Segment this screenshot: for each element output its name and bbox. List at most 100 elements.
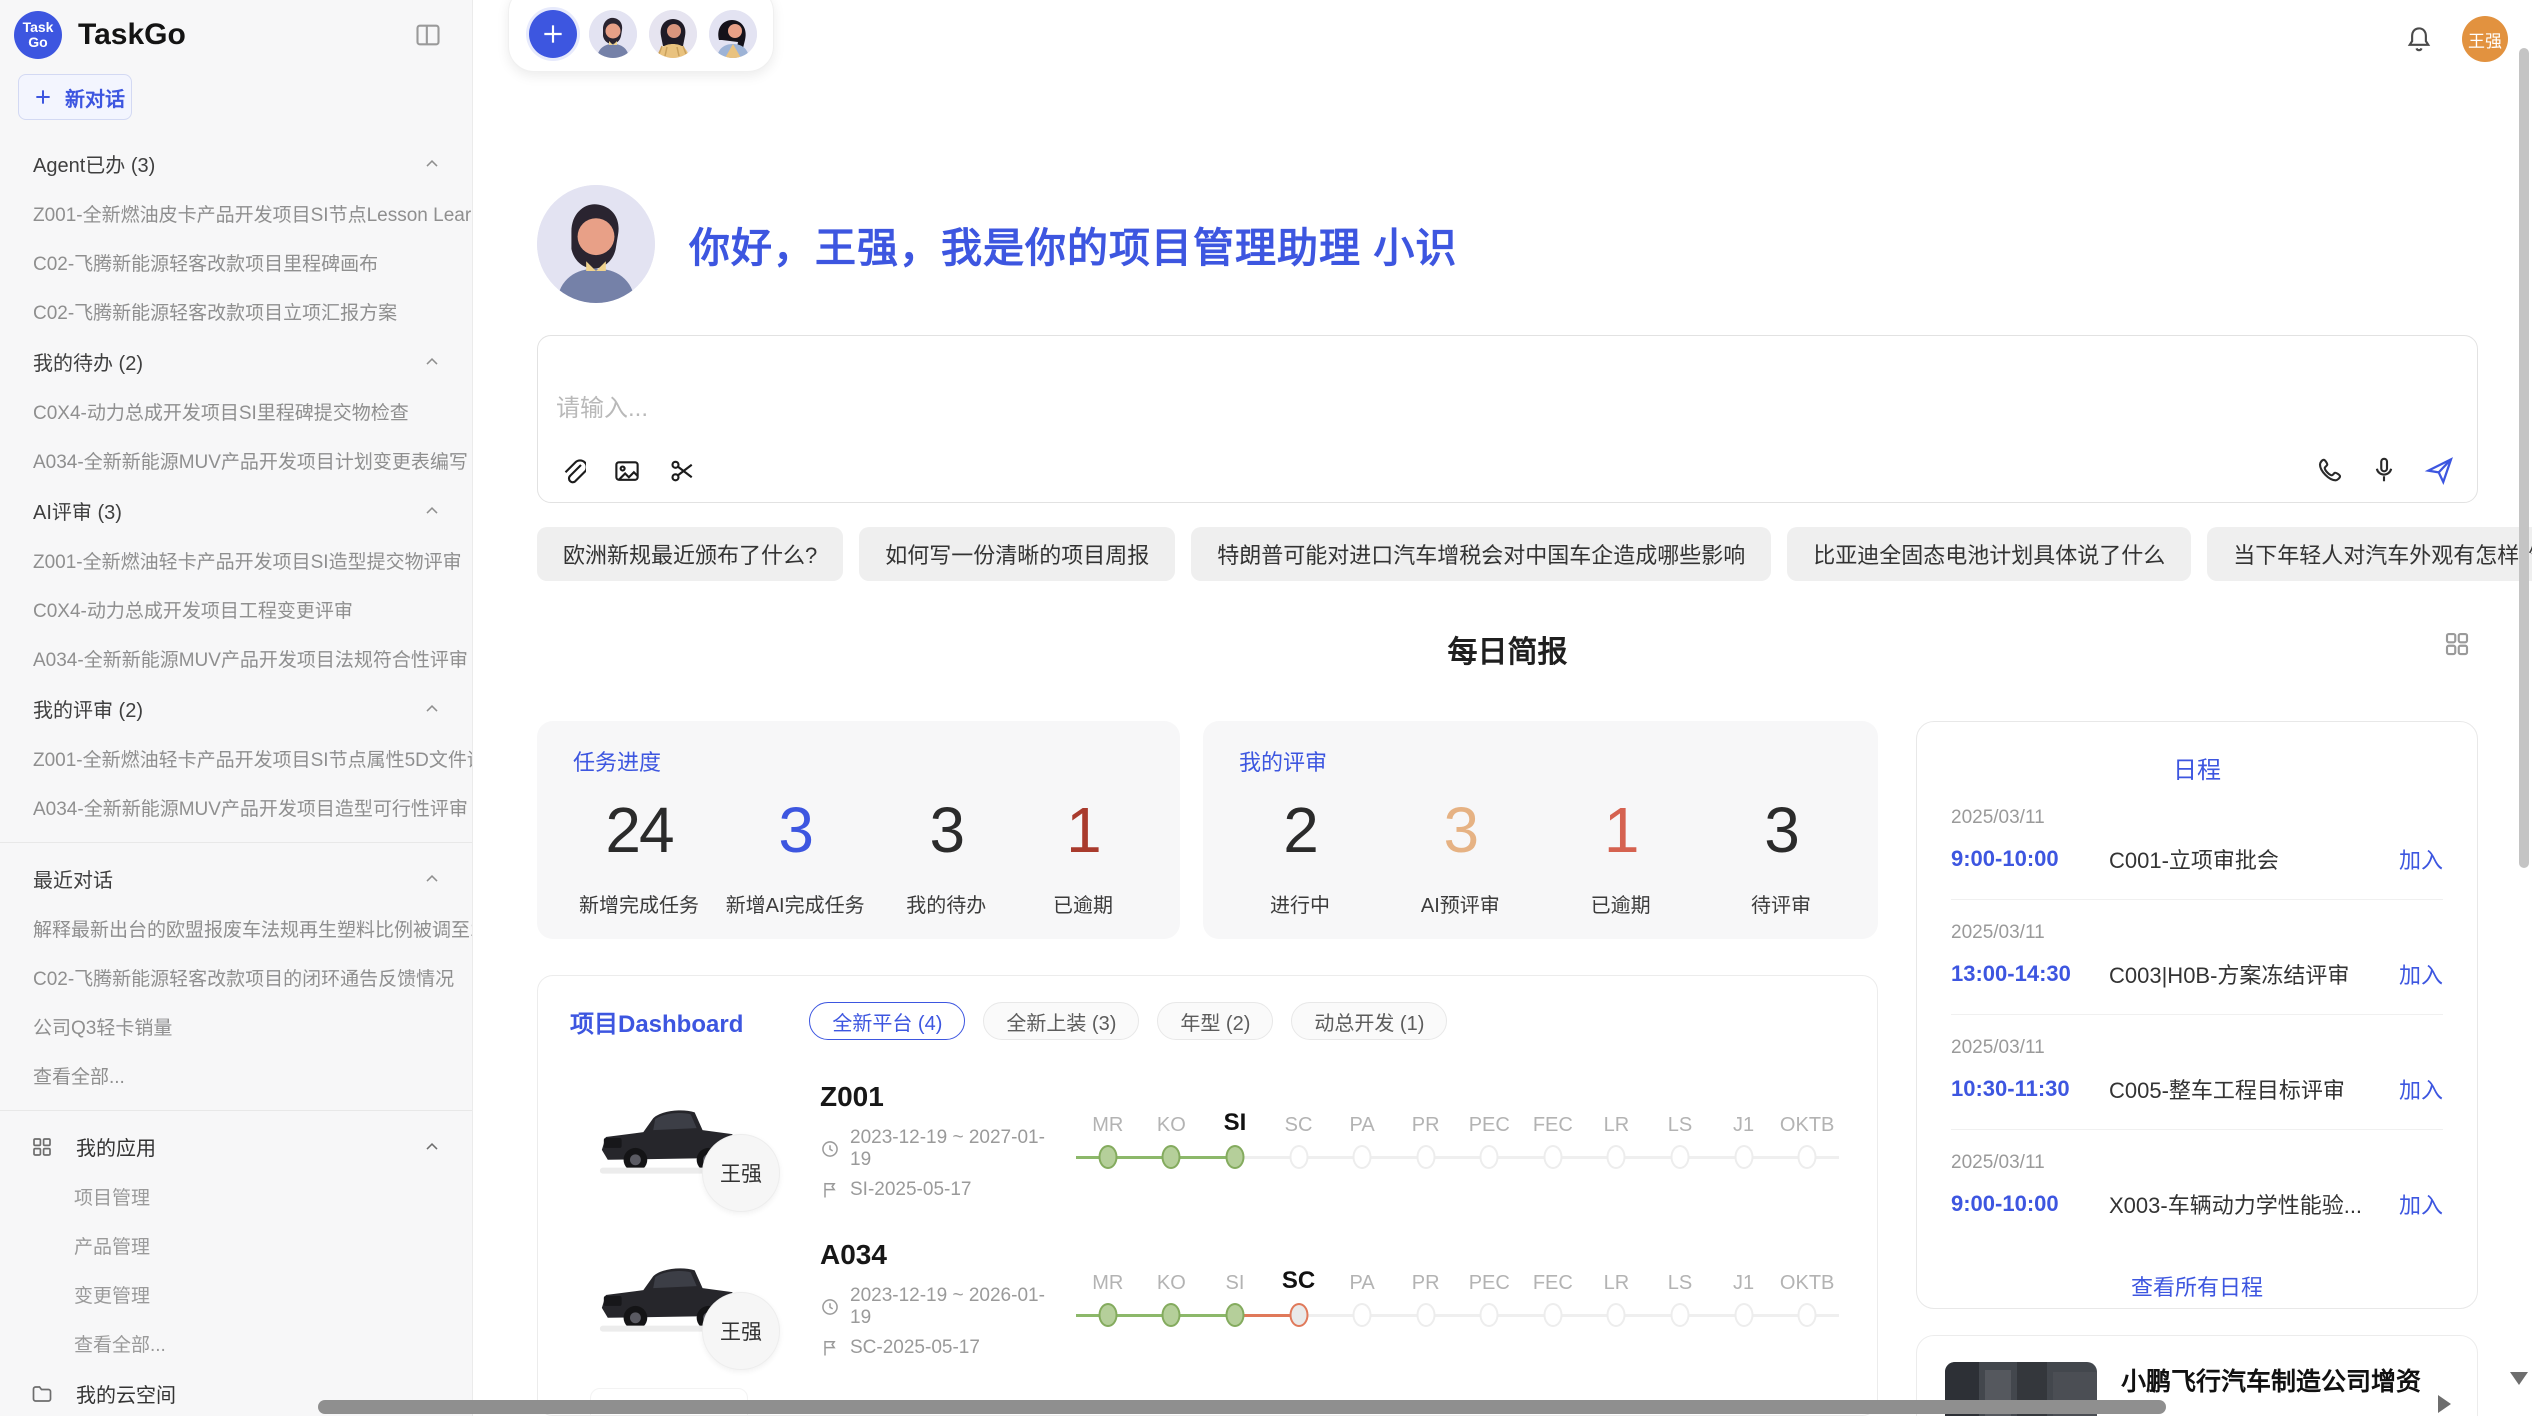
milestone-label: PA — [1350, 1105, 1375, 1137]
microphone-icon[interactable] — [2369, 455, 2399, 485]
sidebar-section-header[interactable]: 最近对话 — [0, 853, 472, 904]
suggestion-chip[interactable]: 欧洲新规最近颁布了什么? — [537, 527, 843, 581]
milestone-label: PR — [1412, 1105, 1440, 1137]
sidebar-item[interactable]: 解释最新出台的欧盟报废车法规再生塑料比例被调至15%... — [0, 904, 472, 953]
milestone-label: KO — [1157, 1263, 1186, 1295]
milestone-dot — [1670, 1145, 1689, 1169]
milestone-dot — [1162, 1145, 1181, 1169]
sidebar-section-header[interactable]: 我的待办 (2) — [0, 336, 472, 387]
sidebar-item[interactable]: C02-飞腾新能源轻客改款项目立项汇报方案 — [0, 287, 472, 336]
sidebar-item[interactable]: Z001-全新燃油轻卡产品开发项目SI节点属性5D文件评审 — [0, 734, 472, 783]
sidebar-item-my-apps[interactable]: 我的应用 — [0, 1121, 472, 1172]
sidebar-item[interactable]: C0X4-动力总成开发项目SI里程碑提交物检查 — [0, 387, 472, 436]
milestone-dot — [1098, 1303, 1117, 1327]
milestone: SC — [1267, 1105, 1331, 1177]
sidebar-item[interactable]: Z001-全新燃油皮卡产品开发项目SI节点Lesson Learn报告 — [0, 189, 472, 238]
suggestion-chip[interactable]: 如何写一份清晰的项目周报 — [859, 527, 1175, 581]
chevron-up-icon — [422, 1137, 442, 1157]
project-row[interactable]: 王强Z0012023-12-19 ~ 2027-01-19SI-2025-05-… — [570, 1066, 1845, 1216]
attachment-icon[interactable] — [556, 456, 586, 486]
sidebar-item[interactable]: Z001-全新燃油轻卡产品开发项目SI造型提交物评审 — [0, 536, 472, 585]
horizontal-scrollbar[interactable] — [318, 1400, 2166, 1414]
milestone-node — [1330, 1137, 1394, 1177]
milestone-dot — [1543, 1145, 1562, 1169]
milestone: KO — [1140, 1263, 1204, 1335]
stat: 1已逾期 — [1028, 793, 1138, 918]
dashboard-tab[interactable]: 年型 (2) — [1157, 1002, 1273, 1040]
sidebar-app-item[interactable]: 项目管理 — [0, 1172, 472, 1221]
scroll-down-arrow-icon[interactable] — [2510, 1372, 2528, 1385]
sidebar-item[interactable]: 公司Q3轻卡销量 — [0, 1002, 472, 1051]
stat-value: 3 — [1444, 793, 1478, 867]
sidebar-section-header[interactable]: Agent已办 (3) — [0, 138, 472, 189]
chevron-up-icon — [422, 352, 442, 372]
project-row[interactable]: 王强A0342023-12-19 ~ 2026-01-19SC-2025-05-… — [570, 1224, 1845, 1374]
join-button[interactable]: 加入 — [2399, 1188, 2443, 1220]
join-button[interactable]: 加入 — [2399, 958, 2443, 990]
plus-icon — [33, 87, 53, 107]
stat: 2进行中 — [1245, 793, 1355, 918]
vertical-scrollbar[interactable] — [2519, 48, 2529, 868]
milestone-node — [1203, 1137, 1267, 1177]
sidebar-app-item[interactable]: 产品管理 — [0, 1221, 472, 1270]
stat: 3我的待办 — [891, 793, 1001, 918]
milestone-dot — [1416, 1303, 1435, 1327]
send-icon[interactable] — [2423, 454, 2455, 486]
stats-row: 任务进度24新增完成任务3新增AI完成任务3我的待办1已逾期我的评审2进行中3A… — [537, 721, 1878, 939]
app-logo: Task Go — [14, 11, 62, 59]
view-all-schedule-link[interactable]: 查看所有日程 — [1951, 1270, 2443, 1302]
milestone-node — [1267, 1137, 1331, 1177]
schedule-list: 2025/03/119:00-10:00C001-立项审批会加入2025/03/… — [1951, 785, 2443, 1244]
dashboard-tab[interactable]: 动总开发 (1) — [1291, 1002, 1447, 1040]
dashboard-tab[interactable]: 全新平台 (4) — [809, 1002, 965, 1040]
milestone-dot — [1289, 1145, 1308, 1169]
sidebar-item[interactable]: C0X4-动力总成开发项目工程变更评审 — [0, 585, 472, 634]
sidebar-item[interactable]: C02-飞腾新能源轻客改款项目里程碑画布 — [0, 238, 472, 287]
stat-card-title: 我的评审 — [1239, 745, 1842, 777]
schedule-line: 9:00-10:00X003-车辆动力学性能验...加入 — [1951, 1188, 2443, 1220]
milestone: FEC — [1521, 1263, 1585, 1335]
milestone: SC — [1267, 1263, 1331, 1335]
stat-label: 待评审 — [1751, 889, 1811, 918]
join-button[interactable]: 加入 — [2399, 1073, 2443, 1105]
stat: 3待评审 — [1726, 793, 1836, 918]
project-flag-text: SI-2025-05-17 — [850, 1179, 971, 1201]
sidebar-item[interactable]: C02-飞腾新能源轻客改款项目的闭环通告反馈情况 — [0, 953, 472, 1002]
suggestion-chip[interactable]: 当下年轻人对汽车外观有怎样的喜好趋势 — [2207, 527, 2532, 581]
scroll-right-arrow-icon[interactable] — [2438, 1395, 2451, 1413]
sidebar-scroll: Agent已办 (3)Z001-全新燃油皮卡产品开发项目SI节点Lesson L… — [0, 126, 472, 1416]
milestone-label: MR — [1092, 1105, 1123, 1137]
briefing-title: 每日简报 — [1448, 627, 1568, 671]
sidebar-item[interactable]: 查看全部... — [0, 1051, 472, 1100]
project-flag-text: SC-2025-05-17 — [850, 1337, 980, 1359]
sidebar-item[interactable]: A034-全新新能源MUV产品开发项目计划变更表编写 — [0, 436, 472, 485]
phone-icon[interactable] — [2315, 455, 2345, 485]
milestone: J1 — [1712, 1263, 1776, 1335]
project-milestone-flag: SC-2025-05-17 — [820, 1337, 1060, 1359]
collapse-sidebar-icon[interactable] — [414, 21, 442, 49]
chat-input[interactable] — [538, 336, 2477, 446]
suggestion-chip[interactable]: 比亚迪全固态电池计划具体说了什么 — [1787, 527, 2191, 581]
stat-card: 任务进度24新增完成任务3新增AI完成任务3我的待办1已逾期 — [537, 721, 1180, 939]
suggestion-chip[interactable]: 特朗普可能对进口汽车增税会对中国车企造成哪些影响 — [1191, 527, 1771, 581]
left-column: 任务进度24新增完成任务3新增AI完成任务3我的待办1已逾期我的评审2进行中3A… — [537, 721, 1878, 1416]
image-icon[interactable] — [612, 456, 642, 486]
dashboard-tab[interactable]: 全新上装 (3) — [983, 1002, 1139, 1040]
new-chat-button[interactable]: 新对话 — [18, 74, 132, 120]
stat-label: 我的待办 — [906, 889, 986, 918]
milestone-dot — [1734, 1145, 1753, 1169]
milestone: LS — [1648, 1105, 1712, 1177]
milestone: LR — [1585, 1263, 1649, 1335]
sidebar-header: Task Go TaskGo — [0, 0, 472, 66]
sidebar-app-item[interactable]: 查看全部... — [0, 1319, 472, 1368]
sidebar-item[interactable]: A034-全新新能源MUV产品开发项目造型可行性评审 — [0, 783, 472, 832]
scissors-icon[interactable] — [668, 456, 698, 486]
sidebar-section-header[interactable]: 我的评审 (2) — [0, 683, 472, 734]
sidebar-item[interactable]: A034-全新新能源MUV产品开发项目法规符合性评审 — [0, 634, 472, 683]
sidebar-app-item[interactable]: 变更管理 — [0, 1270, 472, 1319]
divider — [0, 842, 472, 843]
join-button[interactable]: 加入 — [2399, 843, 2443, 875]
sidebar-section-header[interactable]: AI评审 (3) — [0, 485, 472, 536]
layout-grid-icon[interactable] — [2442, 629, 2472, 659]
milestone-dot — [1353, 1303, 1372, 1327]
